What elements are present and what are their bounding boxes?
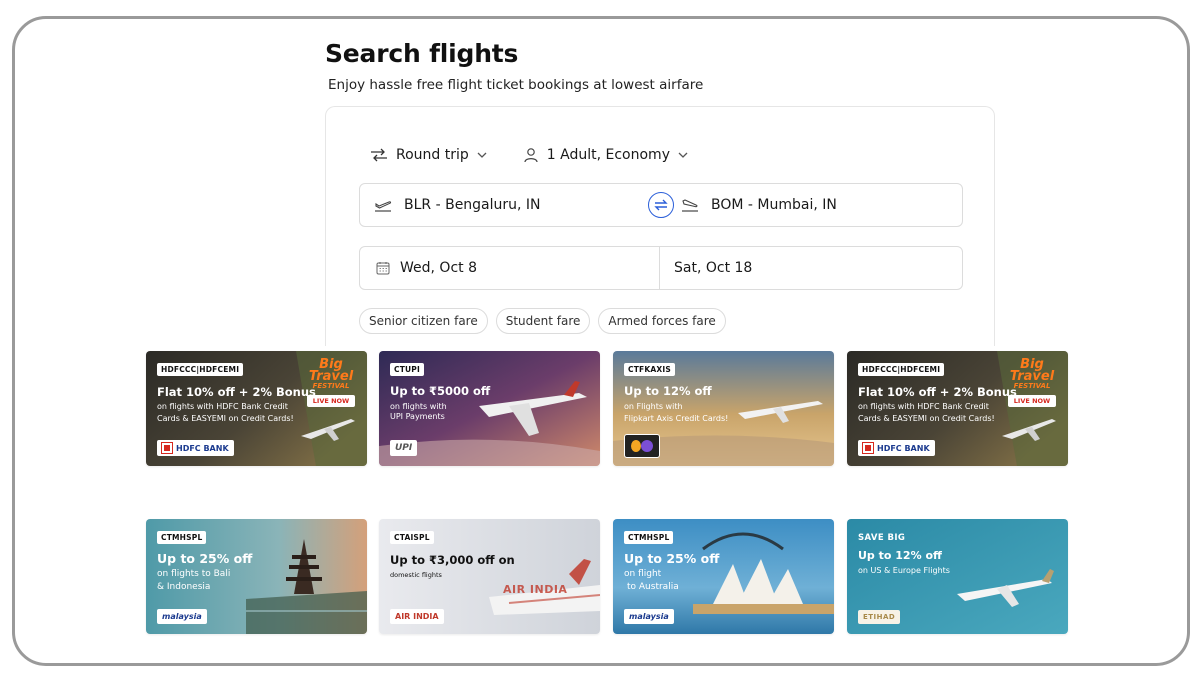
trip-options-row: Round trip 1 Adult, Economy bbox=[370, 147, 688, 163]
device-frame: Search flights Enjoy hassle free flight … bbox=[12, 16, 1190, 666]
calendar-icon bbox=[376, 262, 390, 275]
offer-headline: Flat 10% off + 2% Bonus bbox=[858, 385, 1017, 399]
page-subtitle: Enjoy hassle free flight ticket bookings… bbox=[328, 77, 704, 93]
offer-subline-2: Cards & EASYEMI on Credit Cards! bbox=[858, 414, 995, 423]
offer-card-etihad[interactable]: SAVE BIG Up to 12% off on US & Europe Fl… bbox=[847, 519, 1068, 634]
hdfc-logo-icon bbox=[862, 442, 874, 454]
offer-subline-1: on Flights with bbox=[624, 402, 683, 411]
big-travel-festival-badge: Big Travel FESTIVAL LIVE NOW bbox=[307, 357, 355, 407]
return-date-value: Sat, Oct 18 bbox=[674, 260, 753, 276]
from-airport-field[interactable]: BLR - Bengaluru, IN bbox=[360, 184, 655, 226]
flipkart-axis-card-logo bbox=[624, 434, 660, 458]
big-travel-festival-badge: Big Travel FESTIVAL LIVE NOW bbox=[1008, 357, 1056, 407]
offer-subline-1: domestic flights bbox=[390, 571, 442, 579]
swap-icon bbox=[654, 199, 668, 211]
upi-logo: UPI bbox=[390, 440, 418, 456]
page-title: Search flights bbox=[325, 39, 519, 68]
offer-card-hdfc[interactable]: HDFCCC|HDFCEMI Flat 10% off + 2% Bonus o… bbox=[847, 351, 1068, 466]
offer-subline-1: on US & Europe Flights bbox=[858, 566, 950, 575]
air-india-watermark: AIR INDIA bbox=[503, 583, 568, 596]
etihad-logo: ETIHAD bbox=[858, 610, 901, 624]
malaysia-airlines-logo: malaysia bbox=[157, 609, 207, 624]
swap-airports-button[interactable] bbox=[648, 192, 674, 218]
fare-chip-senior-citizen[interactable]: Senior citizen fare bbox=[359, 308, 488, 334]
trip-type-label: Round trip bbox=[396, 147, 469, 163]
offer-subline-1: on flights with HDFC Bank Credit bbox=[157, 402, 288, 411]
offer-subline-1: on flight bbox=[624, 569, 662, 579]
hdfc-logo-icon bbox=[161, 442, 173, 454]
offer-headline: Up to ₹3,000 off on bbox=[390, 553, 515, 567]
offer-subline-1: on flights to Bali bbox=[157, 569, 231, 579]
fare-chip-armed-forces[interactable]: Armed forces fare bbox=[598, 308, 726, 334]
route-inputs: BLR - Bengaluru, IN BOM - Mumbai, IN bbox=[359, 183, 963, 227]
offer-headline: Up to 25% off bbox=[624, 551, 720, 566]
offer-subline-2: UPI Payments bbox=[390, 412, 445, 421]
offer-headline: Up to 12% off bbox=[624, 384, 712, 398]
offer-headline: Up to 12% off bbox=[858, 549, 942, 562]
depart-date-field[interactable]: Wed, Oct 8 bbox=[360, 247, 660, 289]
depart-date-value: Wed, Oct 8 bbox=[400, 260, 477, 276]
round-trip-arrows-icon bbox=[371, 148, 387, 162]
save-big-label: SAVE BIG bbox=[858, 533, 906, 543]
promo-code: HDFCCC|HDFCEMI bbox=[858, 363, 945, 376]
air-india-logo: AIR INDIA bbox=[390, 609, 444, 624]
offer-headline: Up to 25% off bbox=[157, 551, 253, 566]
promo-code: CTMHSPL bbox=[624, 531, 674, 544]
person-icon bbox=[524, 148, 538, 163]
offer-card-flipkart-axis[interactable]: CTFKAXIS Up to 12% off on Flights with F… bbox=[613, 351, 834, 466]
return-date-field[interactable]: Sat, Oct 18 bbox=[660, 247, 752, 289]
offer-card-malaysia-australia[interactable]: CTMHSPL Up to 25% off on flight to Austr… bbox=[613, 519, 834, 634]
offer-subline-1: on flights with HDFC Bank Credit bbox=[858, 402, 989, 411]
hdfc-bank-logo: HDFC BANK bbox=[157, 440, 234, 456]
chevron-down-icon bbox=[477, 152, 487, 158]
hdfc-bank-logo: HDFC BANK bbox=[858, 440, 935, 456]
takeoff-icon bbox=[375, 201, 392, 212]
offer-headline: Up to ₹5000 off bbox=[390, 384, 491, 398]
to-airport-value: BOM - Mumbai, IN bbox=[711, 197, 837, 213]
promo-code: CTAISPL bbox=[390, 531, 434, 544]
promo-code: CTMHSPL bbox=[157, 531, 207, 544]
from-airport-value: BLR - Bengaluru, IN bbox=[404, 197, 541, 213]
offer-subline-2: to Australia bbox=[627, 582, 679, 592]
offer-card-hdfc[interactable]: HDFCCC|HDFCEMI Flat 10% off + 2% Bonus o… bbox=[146, 351, 367, 466]
promo-code: CTFKAXIS bbox=[624, 363, 675, 376]
offer-subline-2: Flipkart Axis Credit Cards! bbox=[624, 414, 729, 423]
promo-code: CTUPI bbox=[390, 363, 424, 376]
travellers-label: 1 Adult, Economy bbox=[546, 147, 670, 163]
chevron-down-icon bbox=[678, 152, 688, 158]
promo-code: HDFCCC|HDFCEMI bbox=[157, 363, 244, 376]
date-inputs: Wed, Oct 8 Sat, Oct 18 bbox=[359, 246, 963, 290]
flight-search-form: Round trip 1 Adult, Economy BLR - Bengal… bbox=[325, 106, 995, 346]
offer-subline-2: Cards & EASYEMI on Credit Cards! bbox=[157, 414, 294, 423]
offer-card-malaysia-bali[interactable]: CTMHSPL Up to 25% off on flights to Bali… bbox=[146, 519, 367, 634]
to-airport-field[interactable]: BOM - Mumbai, IN bbox=[655, 184, 962, 226]
offer-headline: Flat 10% off + 2% Bonus bbox=[157, 385, 316, 399]
special-fare-options: Senior citizen fare Student fare Armed f… bbox=[359, 308, 726, 334]
fare-chip-student[interactable]: Student fare bbox=[495, 308, 591, 334]
malaysia-airlines-logo: malaysia bbox=[624, 609, 674, 624]
offer-card-air-india[interactable]: AIR INDIA CTAISPL Up to ₹3,000 off on do… bbox=[379, 519, 600, 634]
offer-card-upi[interactable]: CTUPI Up to ₹5000 off on flights with UP… bbox=[379, 351, 600, 466]
landing-icon bbox=[682, 199, 698, 212]
travellers-class-dropdown[interactable]: 1 Adult, Economy bbox=[523, 147, 688, 163]
trip-type-dropdown[interactable]: Round trip bbox=[370, 147, 487, 163]
offer-subline-2: & Indonesia bbox=[157, 582, 211, 592]
